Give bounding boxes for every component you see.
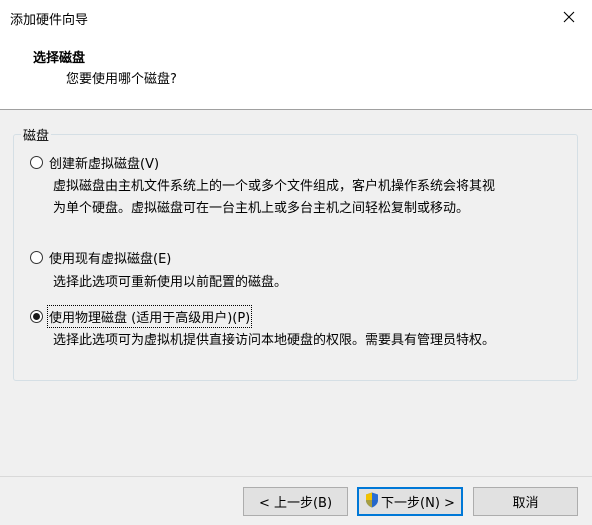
description-line: 选择此选项可为虚拟机提供直接访问本地硬盘的权限。需要具有管理员特权。 — [53, 333, 496, 348]
radio-use-existing-disk[interactable]: 使用现有虚拟磁盘(E) — [30, 248, 171, 267]
footer-divider — [0, 476, 592, 477]
close-button[interactable] — [546, 0, 592, 37]
radio-button[interactable] — [30, 156, 43, 169]
next-button-label: 下一步(N) > — [381, 496, 455, 511]
description-line: 选择此选项可重新使用以前配置的磁盘。 — [53, 275, 288, 290]
option-description: 虚拟磁盘由主机文件系统上的一个或多个文件组成，客户机操作系统会将其视 为单个硬盘… — [53, 176, 563, 220]
radio-label: 创建新虚拟磁盘(V) — [49, 157, 160, 172]
wizard-header: 选择磁盘 您要使用哪个磁盘? — [0, 37, 592, 110]
option-description: 选择此选项可重新使用以前配置的磁盘。 — [53, 272, 563, 294]
radio-label: 使用现有虚拟磁盘(E) — [49, 252, 172, 267]
disk-group-label: 磁盘 — [21, 125, 52, 144]
radio-use-physical-disk[interactable]: 使用物理磁盘 (适用于高级用户)(P) — [30, 305, 253, 328]
radio-label: 使用物理磁盘 (适用于高级用户)(P) — [46, 305, 253, 328]
radio-button[interactable] — [30, 251, 43, 264]
option-description: 选择此选项可为虚拟机提供直接访问本地硬盘的权限。需要具有管理员特权。 — [53, 330, 563, 352]
description-line: 虚拟磁盘由主机文件系统上的一个或多个文件组成，客户机操作系统会将其视 — [53, 179, 496, 194]
description-line: 为单个硬盘。虚拟磁盘可在一台主机上或多台主机之间轻松复制或移动。 — [53, 201, 470, 216]
close-icon — [563, 11, 575, 27]
back-button-label: < 上一步(B) — [258, 496, 333, 511]
next-button[interactable]: 下一步(N) > — [357, 487, 463, 516]
radio-create-new-disk[interactable]: 创建新虚拟磁盘(V) — [30, 153, 159, 172]
page-title: 选择磁盘 — [33, 51, 86, 66]
cancel-button[interactable]: 取消 — [473, 487, 578, 516]
back-button[interactable]: < 上一步(B) — [243, 487, 348, 516]
cancel-button-label: 取消 — [512, 496, 539, 511]
radio-button[interactable] — [30, 310, 43, 323]
page-subtitle: 您要使用哪个磁盘? — [66, 72, 177, 87]
title-bar: 添加硬件向导 — [0, 0, 592, 38]
window-title: 添加硬件向导 — [10, 13, 89, 28]
uac-shield-icon — [365, 492, 379, 512]
